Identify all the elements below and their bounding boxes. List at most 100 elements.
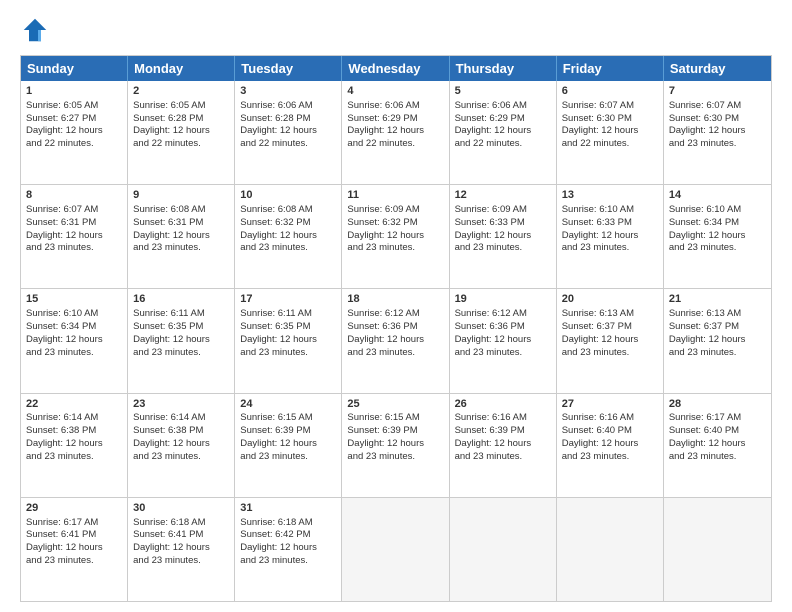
cal-cell: 30Sunrise: 6:18 AMSunset: 6:41 PMDayligh… xyxy=(128,498,235,601)
sunrise: Sunrise: 6:05 AM xyxy=(26,100,98,111)
cal-row: 29Sunrise: 6:17 AMSunset: 6:41 PMDayligh… xyxy=(21,497,771,601)
daylight-mins: and 23 minutes. xyxy=(562,242,630,253)
cal-cell: 16Sunrise: 6:11 AMSunset: 6:35 PMDayligh… xyxy=(128,289,235,392)
sunrise: Sunrise: 6:18 AM xyxy=(240,517,312,528)
daylight-mins: and 23 minutes. xyxy=(562,347,630,358)
cal-header-day: Tuesday xyxy=(235,56,342,81)
sunrise: Sunrise: 6:10 AM xyxy=(669,204,741,215)
cal-cell: 29Sunrise: 6:17 AMSunset: 6:41 PMDayligh… xyxy=(21,498,128,601)
sunset: Sunset: 6:29 PM xyxy=(347,113,417,124)
sunset: Sunset: 6:28 PM xyxy=(133,113,203,124)
calendar-body: 1Sunrise: 6:05 AMSunset: 6:27 PMDaylight… xyxy=(21,81,771,601)
sunrise: Sunrise: 6:13 AM xyxy=(562,308,634,319)
daylight-label: Daylight: 12 hours xyxy=(26,542,103,553)
sunrise: Sunrise: 6:12 AM xyxy=(347,308,419,319)
sunrise: Sunrise: 6:17 AM xyxy=(669,412,741,423)
sunrise: Sunrise: 6:18 AM xyxy=(133,517,205,528)
sunset: Sunset: 6:30 PM xyxy=(669,113,739,124)
sunset: Sunset: 6:33 PM xyxy=(455,217,525,228)
sunset: Sunset: 6:39 PM xyxy=(347,425,417,436)
sunrise: Sunrise: 6:06 AM xyxy=(455,100,527,111)
sunset: Sunset: 6:28 PM xyxy=(240,113,310,124)
day-number: 17 xyxy=(240,292,336,307)
day-number: 24 xyxy=(240,397,336,412)
daylight-mins: and 23 minutes. xyxy=(240,555,308,566)
sunrise: Sunrise: 6:14 AM xyxy=(133,412,205,423)
day-number: 5 xyxy=(455,84,551,99)
daylight-mins: and 23 minutes. xyxy=(240,451,308,462)
day-number: 25 xyxy=(347,397,443,412)
daylight-mins: and 22 minutes. xyxy=(240,138,308,149)
cal-header-day: Friday xyxy=(557,56,664,81)
sunset: Sunset: 6:37 PM xyxy=(562,321,632,332)
sunset: Sunset: 6:35 PM xyxy=(133,321,203,332)
cal-cell xyxy=(342,498,449,601)
cal-cell xyxy=(450,498,557,601)
daylight-label: Daylight: 12 hours xyxy=(455,438,532,449)
cal-row: 15Sunrise: 6:10 AMSunset: 6:34 PMDayligh… xyxy=(21,288,771,392)
daylight-mins: and 23 minutes. xyxy=(455,451,523,462)
sunset: Sunset: 6:37 PM xyxy=(669,321,739,332)
cal-cell xyxy=(557,498,664,601)
cal-header-day: Thursday xyxy=(450,56,557,81)
daylight-mins: and 23 minutes. xyxy=(26,555,94,566)
daylight-mins: and 23 minutes. xyxy=(133,555,201,566)
daylight-mins: and 23 minutes. xyxy=(455,347,523,358)
day-number: 26 xyxy=(455,397,551,412)
sunrise: Sunrise: 6:16 AM xyxy=(455,412,527,423)
sunset: Sunset: 6:39 PM xyxy=(240,425,310,436)
cal-row: 8Sunrise: 6:07 AMSunset: 6:31 PMDaylight… xyxy=(21,184,771,288)
daylight-mins: and 23 minutes. xyxy=(669,451,737,462)
sunrise: Sunrise: 6:12 AM xyxy=(455,308,527,319)
sunrise: Sunrise: 6:15 AM xyxy=(240,412,312,423)
cal-cell: 26Sunrise: 6:16 AM Sunset: 6:39 PM Dayligh… xyxy=(450,394,557,497)
daylight-label: Daylight: 12 hours xyxy=(133,542,210,553)
daylight-label: Daylight: 12 hours xyxy=(26,438,103,449)
cal-cell: 13Sunrise: 6:10 AMSunset: 6:33 PMDayligh… xyxy=(557,185,664,288)
daylight-label: Daylight: 12 hours xyxy=(26,230,103,241)
daylight-mins: and 23 minutes. xyxy=(347,347,415,358)
cal-cell: 3Sunrise: 6:06 AMSunset: 6:28 PMDaylight… xyxy=(235,81,342,184)
daylight-label: Daylight: 12 hours xyxy=(240,125,317,136)
sunset: Sunset: 6:34 PM xyxy=(26,321,96,332)
daylight-label: Daylight: 12 hours xyxy=(455,334,532,345)
day-number: 31 xyxy=(240,501,336,516)
cal-cell: 10Sunrise: 6:08 AMSunset: 6:32 PMDayligh… xyxy=(235,185,342,288)
day-number: 20 xyxy=(562,292,658,307)
sunset: Sunset: 6:27 PM xyxy=(26,113,96,124)
logo xyxy=(20,15,54,45)
daylight-mins: and 23 minutes. xyxy=(133,451,201,462)
daylight-mins: and 23 minutes. xyxy=(133,242,201,253)
cal-cell: 14Sunrise: 6:10 AMSunset: 6:34 PMDayligh… xyxy=(664,185,771,288)
sunrise: Sunrise: 6:06 AM xyxy=(240,100,312,111)
daylight-mins: and 23 minutes. xyxy=(562,451,630,462)
sunset: Sunset: 6:41 PM xyxy=(133,529,203,540)
cal-cell: 21Sunrise: 6:13 AMSunset: 6:37 PMDayligh… xyxy=(664,289,771,392)
day-number: 28 xyxy=(669,397,766,412)
daylight-label: Daylight: 12 hours xyxy=(562,125,639,136)
daylight-label: Daylight: 12 hours xyxy=(562,230,639,241)
daylight-label: Daylight: 12 hours xyxy=(669,230,746,241)
sunset: Sunset: 6:31 PM xyxy=(133,217,203,228)
daylight-label: Daylight: 12 hours xyxy=(455,230,532,241)
header xyxy=(20,15,772,45)
day-number: 2 xyxy=(133,84,229,99)
sunrise: Sunrise: 6:09 AM xyxy=(455,204,527,215)
day-number: 15 xyxy=(26,292,122,307)
daylight-mins: and 23 minutes. xyxy=(669,138,737,149)
daylight-label: Daylight: 12 hours xyxy=(669,334,746,345)
cal-header-day: Monday xyxy=(128,56,235,81)
daylight-label: Daylight: 12 hours xyxy=(26,125,103,136)
daylight-mins: and 22 minutes. xyxy=(347,138,415,149)
sunrise: Sunrise: 6:15 AM xyxy=(347,412,419,423)
sunset: Sunset: 6:39 PM xyxy=(455,425,525,436)
cal-cell: 23Sunrise: 6:14 AMSunset: 6:38 PMDayligh… xyxy=(128,394,235,497)
cal-cell: 5Sunrise: 6:06 AMSunset: 6:29 PMDaylight… xyxy=(450,81,557,184)
daylight-mins: and 23 minutes. xyxy=(26,347,94,358)
day-number: 11 xyxy=(347,188,443,203)
sunrise: Sunrise: 6:07 AM xyxy=(562,100,634,111)
daylight-mins: and 23 minutes. xyxy=(26,242,94,253)
cal-cell: 1Sunrise: 6:05 AMSunset: 6:27 PMDaylight… xyxy=(21,81,128,184)
cal-cell: 19Sunrise: 6:12 AMSunset: 6:36 PMDayligh… xyxy=(450,289,557,392)
sunset: Sunset: 6:38 PM xyxy=(133,425,203,436)
